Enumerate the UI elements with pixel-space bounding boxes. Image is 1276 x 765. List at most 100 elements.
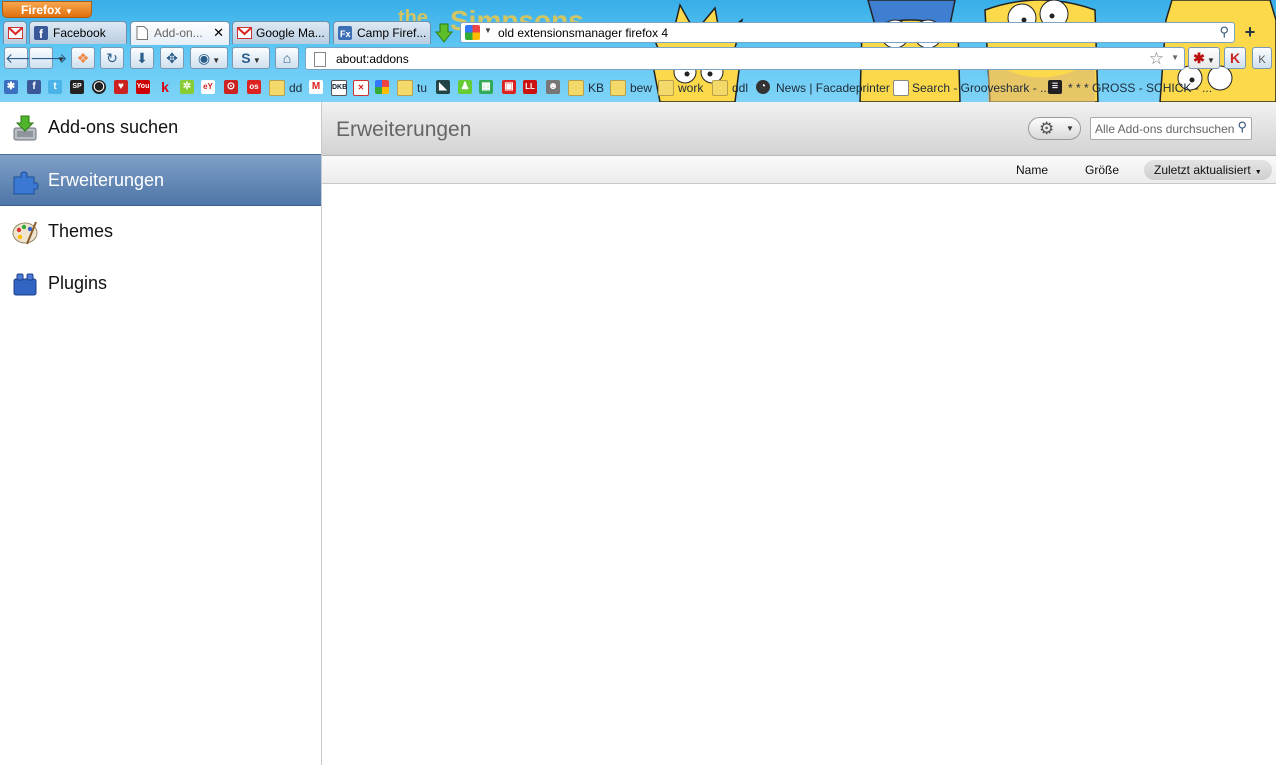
home-icon: ⌂ — [282, 50, 292, 66]
bookmark-ddl[interactable]: ddl — [732, 80, 748, 96]
category-themes[interactable]: Themes — [0, 206, 321, 258]
k-button[interactable]: K — [1252, 47, 1272, 69]
gmail-icon — [237, 27, 252, 39]
google-icon[interactable] — [465, 25, 480, 40]
folder-icon[interactable] — [610, 80, 626, 96]
category-extensions[interactable]: Erweiterungen — [0, 154, 321, 206]
category-get-addons[interactable]: Add-ons suchen — [0, 102, 321, 154]
bookmark-icon[interactable]: ▣ — [502, 80, 516, 94]
downloads-button[interactable]: ⬇ — [130, 47, 154, 69]
youtube-icon[interactable]: You — [136, 80, 150, 94]
bookmark-icon[interactable]: LL — [523, 80, 537, 94]
bookmark-bew[interactable]: bew — [630, 80, 652, 96]
home-button[interactable]: ⌂ — [275, 47, 299, 69]
forward-button[interactable]: 🡒 — [29, 47, 68, 69]
fullscreen-button[interactable]: ✥ — [160, 47, 184, 69]
bookmark-icon[interactable]: ♥ — [114, 80, 128, 94]
skype-button[interactable]: ◉ ▼ — [190, 47, 228, 69]
tab-camp-firefox[interactable]: Fx Camp Firef... — [333, 21, 431, 44]
download-arrow-icon[interactable] — [435, 23, 453, 43]
twitter-icon[interactable]: t — [48, 80, 62, 94]
bookmark-icon[interactable]: ◔ — [756, 80, 770, 94]
new-tab-button[interactable]: + — [1240, 21, 1260, 43]
paint-palette-icon — [12, 221, 38, 245]
bookmark-icon[interactable]: ♟ — [458, 80, 472, 94]
bookmark-dd[interactable]: dd — [289, 80, 302, 96]
k-icon: K — [1258, 54, 1266, 66]
google-icon[interactable] — [375, 80, 389, 94]
tab-google-maps[interactable]: Google Ma... — [232, 21, 330, 44]
bookmark-star-icon[interactable]: ☆ — [1149, 48, 1164, 69]
close-tab-icon[interactable]: ✕ — [213, 22, 224, 44]
windows-button[interactable]: ❖ — [71, 47, 95, 69]
address-bar[interactable]: about:addons ☆ ▼ — [305, 47, 1185, 70]
kicker-icon[interactable]: k — [158, 80, 172, 94]
bookmark-icon[interactable]: ◯ — [92, 80, 106, 94]
category-label: Erweiterungen — [48, 170, 165, 190]
history-dropdown[interactable]: ▼ — [54, 47, 68, 69]
tab-gmail[interactable] — [3, 21, 27, 44]
tab-addons[interactable]: Add-on... ✕ — [130, 21, 230, 45]
chevron-down-icon[interactable]: ▼ — [1171, 53, 1179, 62]
lastfm-icon[interactable]: os — [247, 80, 261, 94]
tools-menu-button[interactable]: ⚙ ▼ — [1028, 117, 1081, 140]
search-icon[interactable]: ⚲ — [1237, 119, 1247, 135]
svg-text:Fx: Fx — [340, 29, 351, 39]
bookmark-grooveshark[interactable]: Search - Grooveshark - ... — [912, 80, 1050, 96]
bookmark-icon[interactable]: ✱ — [4, 80, 18, 94]
addon-red-icon: ✱ — [1193, 50, 1205, 66]
category-plugins[interactable]: Plugins — [0, 258, 321, 310]
addons-search-input[interactable] — [1095, 120, 1235, 137]
tab-facebook[interactable]: f Facebook — [29, 21, 127, 44]
search-bar[interactable]: ▼ old extensionsmanager firefox 4 ⚲ — [460, 22, 1235, 43]
bookmark-icon[interactable]: ✲ — [180, 80, 194, 94]
search-input[interactable]: old extensionsmanager firefox 4 — [498, 26, 668, 40]
gmail-icon — [8, 27, 23, 39]
bookmark-icon[interactable]: ✕ — [353, 80, 369, 96]
sort-by-size-button[interactable]: Größe — [1075, 160, 1129, 180]
chevron-down-icon: ▼ — [1204, 56, 1215, 65]
facebook-icon[interactable]: f — [27, 80, 41, 94]
reload-button[interactable]: ↻ — [100, 47, 124, 69]
spiegel-online-icon[interactable]: SP — [70, 80, 84, 94]
sort-label: Zuletzt aktualisiert — [1154, 163, 1251, 177]
firefox-menu-button[interactable]: Firefox ▼ — [2, 1, 92, 18]
folder-icon[interactable] — [269, 80, 285, 96]
page-icon[interactable] — [893, 80, 909, 96]
chevron-down-icon: ▼ — [250, 56, 261, 65]
chevron-down-icon: ▼ — [1254, 169, 1262, 176]
bookmark-gross-schick[interactable]: * * * GROSS - SCHICK - ... — [1068, 80, 1212, 96]
folder-icon[interactable] — [397, 80, 413, 96]
chevron-down-icon: ▼ — [210, 56, 221, 65]
bookmark-work[interactable]: work — [678, 80, 703, 96]
folder-icon[interactable] — [658, 80, 674, 96]
folder-icon[interactable] — [568, 80, 584, 96]
search-icon[interactable]: ⚲ — [1219, 24, 1229, 40]
ebay-icon[interactable]: eY — [201, 80, 215, 94]
chevron-down-icon[interactable]: ▼ — [484, 26, 492, 35]
bookmark-icon[interactable]: ⊙ — [224, 80, 238, 94]
firefox-icon: Fx — [338, 26, 352, 40]
bookmark-news-facadeprinter[interactable]: News | Facadeprinter — [776, 80, 890, 96]
bookmark-tu[interactable]: tu — [417, 80, 427, 96]
kaspersky-button[interactable]: K — [1224, 47, 1246, 69]
sort-by-updated-button[interactable]: Zuletzt aktualisiert ▼ — [1144, 160, 1272, 180]
folder-icon[interactable] — [712, 80, 728, 96]
dkb-icon[interactable]: DKB — [331, 80, 347, 96]
page-icon — [314, 52, 326, 67]
category-label: Add-ons suchen — [48, 117, 179, 137]
url-input[interactable]: about:addons — [336, 52, 409, 66]
bookmark-icon[interactable]: ☻ — [546, 80, 560, 94]
lego-block-icon — [13, 273, 37, 296]
back-button[interactable]: 🡐 — [4, 47, 43, 69]
sync-button[interactable]: S ▼ — [232, 47, 270, 69]
gmail-icon[interactable]: M — [309, 80, 323, 94]
bookmark-icon[interactable]: ☰ — [1048, 80, 1062, 94]
addon-toolbar-button[interactable]: ✱ ▼ — [1188, 47, 1220, 69]
bookmark-icon[interactable]: ◣ — [436, 80, 450, 94]
sort-by-name-button[interactable]: Name — [1006, 160, 1058, 180]
bookmark-icon[interactable]: ▦ — [479, 80, 493, 94]
addons-search-box[interactable]: ⚲ — [1090, 117, 1252, 140]
bookmark-kb[interactable]: KB — [588, 80, 604, 96]
tab-label: Google Ma... — [256, 26, 325, 40]
